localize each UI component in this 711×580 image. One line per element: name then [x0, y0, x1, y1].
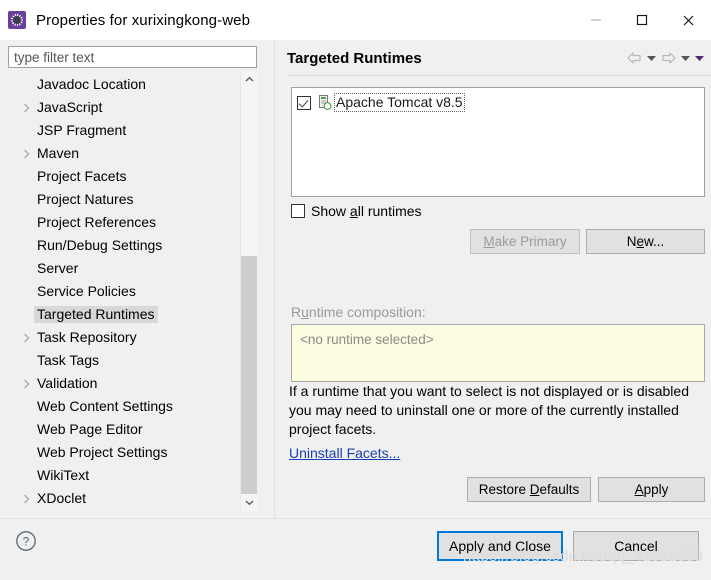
runtime-list-item[interactable]: Apache Tomcat v8.5 — [292, 88, 704, 113]
sidebar-item-project-references[interactable]: Project References — [8, 211, 238, 234]
sidebar-item-label: Web Page Editor — [37, 421, 143, 437]
sidebar-item-label: Service Policies — [37, 283, 136, 299]
sidebar-item-label: XDoclet — [37, 490, 87, 506]
sidebar-item-maven[interactable]: Maven — [8, 142, 238, 165]
sidebar-item-label: Project References — [37, 214, 157, 230]
title-divider — [287, 75, 711, 76]
sidebar-item-label: Project Natures — [37, 191, 134, 207]
sidebar-item-run-debug-settings[interactable]: Run/Debug Settings — [8, 234, 238, 257]
sidebar-item-label: Project Facets — [37, 168, 127, 184]
sidebar-item-server[interactable]: Server — [8, 257, 238, 280]
chevron-right-icon[interactable] — [18, 332, 34, 343]
cancel-button[interactable]: Cancel — [573, 531, 699, 561]
sidebar-item-javascript[interactable]: JavaScript — [8, 96, 238, 119]
sidebar-item-label: Server — [37, 260, 79, 276]
runtime-checkbox[interactable] — [297, 95, 311, 110]
sidebar-item-label: Validation — [37, 375, 98, 391]
window-controls — [573, 0, 711, 40]
eclipse-properties-icon — [8, 11, 26, 29]
back-menu-chevron-down-icon[interactable] — [646, 49, 657, 67]
sidebar-item-label: JavaScript — [37, 99, 103, 115]
chevron-up-icon[interactable] — [241, 71, 257, 88]
help-icon[interactable]: ? — [15, 530, 37, 552]
sidebar-item-label: Web Project Settings — [37, 444, 168, 460]
minimize-button[interactable] — [573, 0, 619, 40]
chevron-right-icon[interactable] — [18, 148, 34, 159]
chevron-right-icon[interactable] — [18, 493, 34, 504]
sidebar-item-task-tags[interactable]: Task Tags — [8, 349, 238, 372]
forward-arrow-icon[interactable] — [660, 49, 677, 67]
new-runtime-button[interactable]: New... — [586, 229, 705, 254]
dialog-footer: ? Apply and Close Cancel — [0, 518, 711, 580]
sidebar-item-web-page-editor[interactable]: Web Page Editor — [8, 418, 238, 441]
make-primary-button[interactable]: Make Primary — [470, 229, 580, 254]
runtime-composition-label: Runtime composition: — [291, 304, 426, 320]
runtime-note-text: If a runtime that you want to select is … — [289, 383, 689, 437]
sidebar-item-xdoclet[interactable]: XDoclet — [8, 487, 238, 510]
filter-placeholder: type filter text — [14, 49, 95, 65]
sidebar-item-label: Task Tags — [37, 352, 99, 368]
sidebar-item-label: Maven — [37, 145, 80, 161]
filter-input[interactable]: type filter text — [8, 46, 257, 68]
chevron-right-icon[interactable] — [18, 102, 34, 113]
sidebar-item-project-facets[interactable]: Project Facets — [8, 165, 238, 188]
chevron-right-icon[interactable] — [18, 378, 34, 389]
page-navigation — [626, 49, 705, 67]
sidebar-scrollbar[interactable] — [240, 71, 257, 511]
sidebar-item-label: Web Content Settings — [37, 398, 173, 414]
sidebar-item-web-project-settings[interactable]: Web Project Settings — [8, 441, 238, 464]
view-menu-chevron-down-icon[interactable] — [694, 49, 705, 67]
title-bar: Properties for xurixingkong-web — [0, 0, 711, 40]
sidebar-item-wikitext[interactable]: WikiText — [8, 464, 238, 487]
show-all-runtimes-row[interactable]: Show all runtimes — [291, 203, 422, 219]
runtime-composition-box: <no runtime selected> — [291, 324, 705, 382]
uninstall-facets-link[interactable]: Uninstall Facets... — [289, 445, 400, 461]
restore-defaults-button[interactable]: Restore Defaults — [467, 477, 591, 502]
sidebar-item-targeted-runtimes[interactable]: Targeted Runtimes — [8, 303, 238, 326]
sidebar-item-javadoc-location[interactable]: Javadoc Location — [8, 73, 238, 96]
apply-and-close-label: Apply and Close — [449, 538, 551, 554]
sidebar-item-project-natures[interactable]: Project Natures — [8, 188, 238, 211]
sidebar-item-label: JSP Fragment — [37, 122, 127, 138]
sidebar-item-label: WikiText — [37, 467, 90, 483]
sidebar-item-label: Task Repository — [37, 329, 137, 345]
sidebar-item-task-repository[interactable]: Task Repository — [8, 326, 238, 349]
server-icon — [317, 95, 332, 110]
sidebar-item-validation[interactable]: Validation — [8, 372, 238, 395]
chevron-down-icon[interactable] — [241, 494, 257, 511]
sidebar-item-label: Targeted Runtimes — [34, 306, 158, 323]
runtime-label[interactable]: Apache Tomcat v8.5 — [334, 93, 465, 113]
apply-button[interactable]: Apply — [598, 477, 705, 502]
back-arrow-icon[interactable] — [626, 49, 643, 67]
targeted-runtimes-page: Targeted Runtimes Apache Tomcat v8.5 Sho… — [275, 40, 711, 518]
sidebar-item-service-policies[interactable]: Service Policies — [8, 280, 238, 303]
show-all-runtimes-checkbox[interactable] — [291, 204, 305, 218]
sidebar-item-web-content-settings[interactable]: Web Content Settings — [8, 395, 238, 418]
window-title: Properties for xurixingkong-web — [36, 11, 251, 29]
cancel-label: Cancel — [614, 538, 658, 554]
close-button[interactable] — [665, 0, 711, 40]
settings-tree[interactable]: Javadoc Location JavaScript JSP Fragment Ma… — [8, 71, 257, 511]
forward-menu-chevron-down-icon[interactable] — [680, 49, 691, 67]
sidebar-item-label: Run/Debug Settings — [37, 237, 163, 253]
sidebar-item-label: Javadoc Location — [37, 76, 146, 92]
sidebar-item-jsp-fragment[interactable]: JSP Fragment — [8, 119, 238, 142]
scrollbar-thumb[interactable] — [241, 256, 257, 494]
runtime-composition-value: <no runtime selected> — [300, 332, 434, 347]
apply-and-close-button[interactable]: Apply and Close — [437, 531, 563, 561]
svg-text:?: ? — [23, 535, 30, 549]
maximize-button[interactable] — [619, 0, 665, 40]
settings-sidebar: type filter text Javadoc Location JavaScr… — [0, 40, 275, 518]
show-all-runtimes-label: Show all runtimes — [311, 203, 422, 219]
runtime-list[interactable]: Apache Tomcat v8.5 — [291, 87, 705, 197]
page-title: Targeted Runtimes — [287, 50, 422, 67]
